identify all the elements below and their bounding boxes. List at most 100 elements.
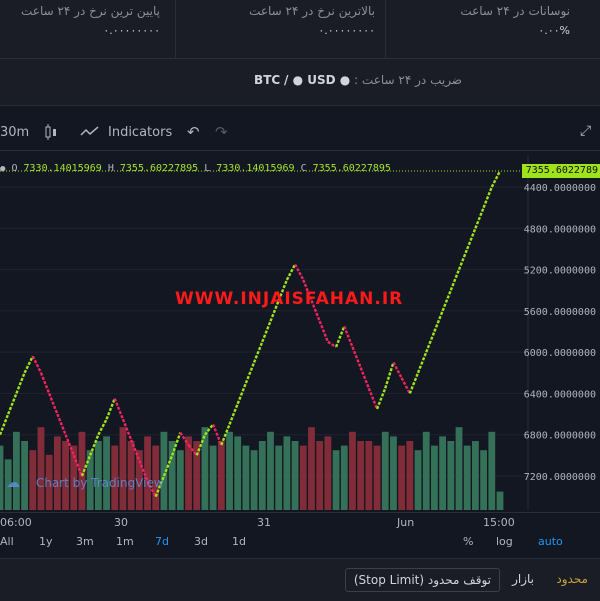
percent-toggle[interactable]: % [463,535,473,548]
volume-bar [496,491,504,510]
x-tick: 15:00 [483,516,515,529]
price-segment [351,346,362,369]
volume-bar [406,441,414,510]
time-axis[interactable]: 06:00 30 31 Jun 15:00 [0,512,600,533]
volume-bar [455,427,463,510]
undo-icon[interactable]: ↶ [187,123,200,141]
last-price-label: 7355.6022789 [521,164,600,178]
price-tick: 4400.0000000 [524,183,596,194]
price-segment [425,331,436,353]
log-toggle[interactable]: log [496,535,513,548]
price-segment [0,413,10,436]
watermark-text: WWW.INJAISFAHAN.IR [175,289,404,309]
volatility-value: ۰.۰۰% [538,24,570,37]
volatility-stat: نوسانات در ۲۴ ساعت ۰.۰۰% [430,4,570,54]
tab-market[interactable]: بازار [504,568,542,590]
volume-bar [267,431,274,510]
volume-bar [324,436,332,510]
chart-toolbar: 30m Indicators ↶ ↷ ⤢ [0,118,600,151]
price-segment [375,387,387,410]
price-segment [7,392,18,415]
price-tick: 6000.0000000 [524,348,596,359]
volume-bar [463,445,471,510]
pair-quote: ● USD [292,73,336,87]
x-tick: 06:00 [0,516,32,529]
price-tick: 5200.0000000 [524,266,596,277]
price-segment [441,289,452,312]
indicators-icon[interactable] [80,124,100,144]
high-stat: بالاترین نرخ در ۲۴ ساعت ۰.۰۰۰۰۰۰۰۰ [225,4,375,54]
price-segment [294,263,305,281]
cloud-icon: ☁ [6,475,20,491]
auto-toggle[interactable]: auto [538,535,563,548]
range-all[interactable]: All [0,535,14,548]
volume-bar [299,445,307,510]
volatility-label: نوسانات در ۲۴ ساعت [460,4,570,18]
price-segment [15,372,26,394]
redo-icon[interactable]: ↷ [215,123,228,141]
market-stats-bar: نوسانات در ۲۴ ساعت ۰.۰۰% بالاترین نرخ در… [0,0,600,59]
price-segment [474,207,485,229]
volume-bar [480,450,488,510]
range-1d[interactable]: 1d [232,535,246,548]
tradingview-logo[interactable]: ☁ Chart by TradingView [6,475,164,491]
range-3d[interactable]: 3d [194,535,208,548]
price-chart[interactable]: 7200.0000000 6800.0000000 6400.0000000 6000… [0,155,600,510]
price-segment [334,325,346,348]
volume-bar [185,436,192,510]
price-segment [408,372,420,394]
range-7d[interactable]: 7d [155,535,169,548]
ohlc-open: 7330.14015969 [23,163,102,174]
volume-bar [242,445,250,510]
volume-bar [119,427,127,510]
volume-bar [275,445,283,510]
price-segment [327,340,337,348]
price-segment [343,325,354,348]
range-1m[interactable]: 1m [116,535,134,548]
volume-bar [258,441,266,510]
tab-stop-limit[interactable]: توقف محدود (Stop Limit) [344,568,500,592]
price-segment [23,355,34,374]
fullscreen-icon[interactable]: ⤢ [580,123,591,139]
volume-bar [0,445,4,510]
price-segment [384,362,395,389]
volume-bar [250,450,258,510]
range-3m[interactable]: 3m [76,535,94,548]
price-segment [244,362,256,384]
high-label: بالاترین نرخ در ۲۴ ساعت [249,4,375,18]
price-segment [392,361,403,379]
low-label: پایین ترین نرخ در ۲۴ ساعت [21,4,160,18]
pair-info: ضریب در ۲۴ ساعت : ● BTC / ● USD [254,73,462,87]
volume-bar [316,441,324,510]
volume-bar [414,450,422,510]
interval-selector[interactable]: 30m [0,125,29,140]
range-1y[interactable]: 1y [39,535,53,548]
volume-bar [176,450,184,510]
volume-bar [365,441,373,510]
tab-limit[interactable]: محدود [548,568,596,590]
indicators-button[interactable]: Indicators [108,125,172,140]
volume-bar [390,436,397,510]
price-segment [31,355,43,374]
candle-style-icon[interactable] [44,123,58,145]
volume-bar [53,436,61,510]
price-segment [318,320,329,343]
high-value: ۰.۰۰۰۰۰۰۰۰ [318,24,375,37]
pair-label: ضریب در ۲۴ ساعت : [354,73,462,87]
price-segment [113,398,125,420]
volume-bar [422,431,430,510]
volume-bar [291,441,299,510]
volume-bar [12,431,20,510]
volume-bar [398,445,406,510]
price-segment [490,170,502,188]
low-value: ۰.۰۰۰۰۰۰۰۰ [103,24,160,37]
ohlc-readout: ● O 7330.14015969 H 7355.60227895 L 7330… [0,163,391,174]
volume-bar [439,436,447,510]
price-segment [449,269,461,291]
ohlc-high: 7355.60227895 [119,163,199,174]
order-type-tabs: محدود بازار توقف محدود (Stop Limit) [0,558,600,601]
x-tick: 31 [257,516,271,529]
volume-bar [488,431,496,510]
volume-bar [308,427,315,510]
price-segment [48,392,59,415]
